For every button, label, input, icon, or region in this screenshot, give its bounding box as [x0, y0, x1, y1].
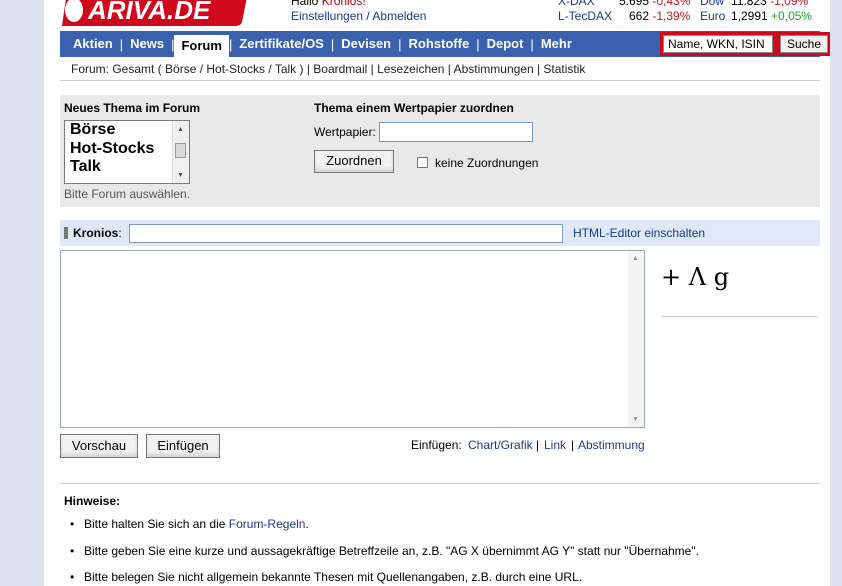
search-frame: Suche [660, 32, 830, 56]
textarea-scrollbar[interactable]: ▲ ▼ [628, 251, 644, 427]
insert-button[interactable]: Einfügen [146, 434, 220, 458]
formula-symbols[interactable]: + Λ g [661, 263, 729, 291]
ticker-xdax[interactable]: X-DAX 5.695 -0,43% [558, 0, 690, 9]
subject-user: Kronios [73, 226, 119, 240]
forum-breadcrumb[interactable]: Forum: Gesamt ( Börse / Hot-Stocks / Tal… [71, 62, 585, 76]
scroll-down-icon[interactable]: ▼ [177, 172, 184, 179]
topic-settings-panel: Neues Thema im Forum Börse Hot-Stocks Ta… [60, 95, 820, 207]
note-text: Bitte geben Sie eine kurze und aussagekr… [84, 544, 699, 558]
nav-mehr[interactable]: Mehr [534, 31, 579, 57]
insert-poll-link[interactable]: Abstimmung [578, 438, 645, 452]
ticker-name: L-TecDAX [558, 9, 613, 23]
notes-title: Hinweise: [64, 494, 121, 508]
note-text: . [305, 517, 309, 531]
insert-link-link[interactable]: Link [544, 438, 566, 452]
note-item: • Bitte belegen Sie nicht allgemein bekan… [70, 570, 582, 584]
ticker-name: Euro [700, 9, 726, 23]
preview-button[interactable]: Vorschau [60, 434, 138, 458]
forum-option[interactable]: Börse [65, 121, 189, 140]
note-text: Bitte belegen Sie nicht allgemein bekann… [84, 570, 583, 584]
note-item: • Bitte halten Sie sich an die Forum-Rege… [70, 517, 309, 531]
ariva-logo[interactable]: ARIVA.DE [62, 0, 252, 26]
insert-separator: | [571, 438, 575, 452]
user-name[interactable]: Kronios! [322, 0, 366, 8]
subject-input[interactable] [129, 224, 563, 243]
wertpapier-input[interactable] [379, 122, 533, 142]
search-button[interactable]: Suche [780, 35, 828, 53]
nav-news[interactable]: News [123, 31, 171, 57]
wertpapier-label: Wertpapier: [314, 125, 376, 139]
insert-separator: | [536, 438, 540, 452]
ticker-change: +0,05% [771, 9, 813, 23]
bullet: • [70, 544, 75, 558]
nav-aktien[interactable]: Aktien [66, 31, 120, 57]
forum-listbox[interactable]: Börse Hot-Stocks Talk ▲ ▼ [64, 120, 190, 184]
greeting-prefix: Hallo [291, 0, 319, 8]
nav-depot[interactable]: Depot [480, 31, 531, 57]
note-text: Bitte halten Sie sich an die [84, 517, 226, 531]
ticker-value: 5.695 [619, 0, 650, 8]
subject-colon: : [118, 226, 122, 240]
listbox-scrollbar[interactable]: ▲ ▼ [172, 121, 189, 183]
search-input[interactable] [663, 35, 773, 53]
bullet: • [70, 570, 75, 584]
note-item: • Bitte geben Sie eine kurze und aussagek… [70, 544, 699, 558]
ticker-ltecdax[interactable]: L-TecDAX 662 -1,39% [558, 9, 690, 24]
forum-option[interactable]: Hot-Stocks [65, 140, 189, 159]
ticker-change: -0,43% [652, 0, 691, 8]
subject-marker [64, 227, 68, 239]
nav-devisen[interactable]: Devisen [334, 31, 398, 57]
forum-hint: Bitte Forum auswählen. [64, 187, 191, 201]
ticker-value: 11.823 [731, 0, 767, 8]
html-editor-link[interactable]: HTML-Editor einschalten [573, 226, 705, 240]
main-nav: Aktien | News | Forum | Zertifikate/OS | Dev… [60, 31, 830, 57]
page: ARIVA.DE Hallo Kronios! Einstellungen / … [44, 0, 830, 586]
ticker-change: -1,09% [770, 0, 809, 8]
ticker-value: 662 [629, 9, 650, 23]
assign-button[interactable]: Zuordnen [314, 150, 394, 173]
divider [60, 483, 820, 484]
ticker-dow[interactable]: Dow 11.823 -1,09% [700, 0, 808, 9]
message-textarea[interactable]: ▲ ▼ [60, 250, 645, 428]
logo-text: ARIVA.DE [87, 0, 211, 25]
nav-forum[interactable]: Forum [174, 35, 229, 57]
scroll-down-icon[interactable]: ▼ [632, 416, 639, 423]
ticker-change: -1,39% [652, 9, 691, 23]
new-topic-heading: Neues Thema im Forum [64, 101, 201, 115]
scroll-up-icon[interactable]: ▲ [632, 255, 639, 262]
scroll-thumb[interactable] [175, 143, 186, 158]
subject-label: Kronios: [73, 226, 122, 240]
no-assignment-checkbox[interactable] [417, 157, 428, 168]
scroll-up-icon[interactable]: ▲ [177, 126, 184, 133]
no-assignment-label: keine Zuordnungen [435, 156, 539, 170]
assign-heading: Thema einem Wertpapier zuordnen [314, 101, 514, 115]
bullet: • [70, 517, 75, 531]
forum-option[interactable]: Talk [65, 158, 189, 177]
ticker-name: X-DAX [558, 0, 595, 8]
nav-rohstoffe[interactable]: Rohstoffe [402, 31, 477, 57]
divider [661, 316, 818, 317]
link-separator: / [366, 9, 370, 23]
insert-chart-link[interactable]: Chart/Grafik [468, 438, 533, 452]
nav-zertifikate[interactable]: Zertifikate/OS [232, 31, 331, 57]
ticker-name: Dow [700, 0, 725, 8]
insert-label: Einfügen: [411, 438, 462, 452]
user-greeting: Hallo Kronios! Einstellungen / Abmelden [291, 0, 426, 24]
ticker-value: 1,2991 [731, 9, 768, 23]
logout-link[interactable]: Abmelden [372, 9, 426, 23]
ticker-euro[interactable]: Euro 1,2991 +0,05% [700, 9, 812, 24]
forum-rules-link[interactable]: Forum-Regeln [229, 517, 306, 531]
divider [60, 80, 820, 81]
settings-link[interactable]: Einstellungen [291, 9, 363, 23]
subject-row: Kronios: HTML-Editor einschalten [60, 220, 820, 246]
